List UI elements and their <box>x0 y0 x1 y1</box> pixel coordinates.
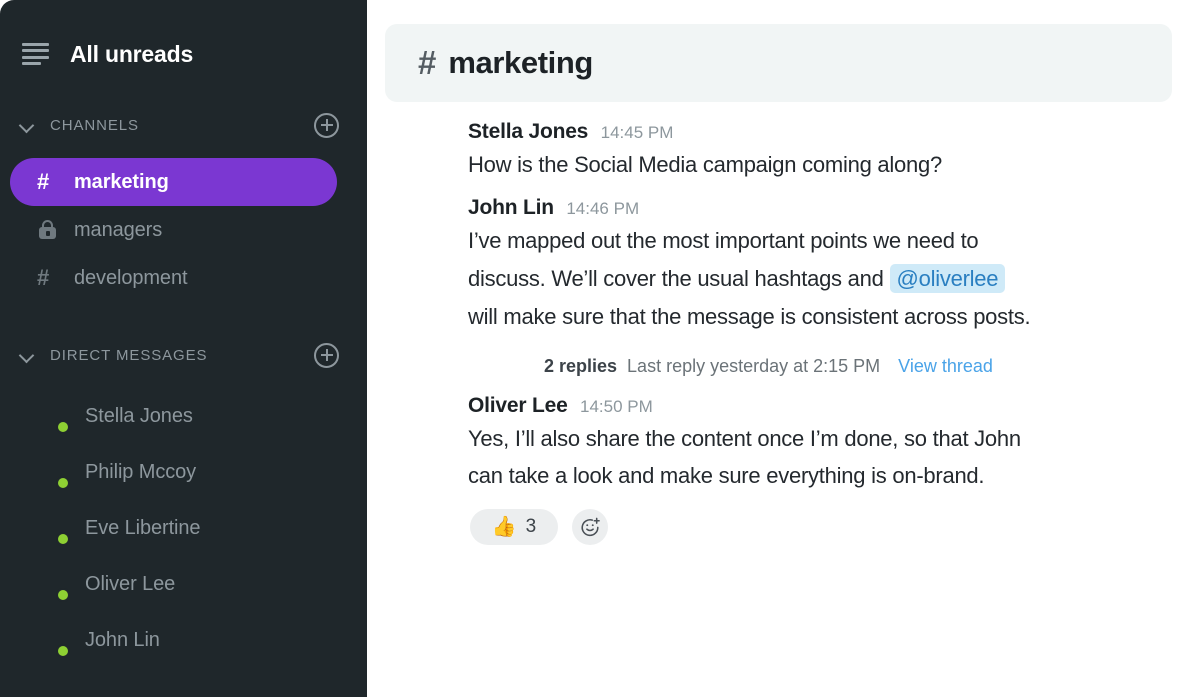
channel-header: # marketing <box>385 24 1172 102</box>
message-item: John Lin 14:46 PM I’ve mapped out the mo… <box>385 194 1200 382</box>
message-text: Yes, I’ll also share the content once I’… <box>468 420 1168 496</box>
dm-section-label: DIRECT MESSAGES <box>50 346 208 364</box>
sidebar-dm-label: Oliver Lee <box>85 572 176 595</box>
avatar <box>496 351 526 382</box>
avatar[interactable] <box>390 124 448 182</box>
channels-section-header[interactable]: CHANNELS <box>0 108 367 142</box>
avatar <box>34 399 70 434</box>
hash-icon: # <box>37 265 50 290</box>
avatar[interactable] <box>390 200 448 258</box>
page-title: marketing <box>448 45 593 80</box>
message-body: John Lin 14:46 PM I’ve mapped out the mo… <box>468 194 1180 382</box>
message-body: Stella Jones 14:45 PM How is the Social … <box>468 118 1180 184</box>
thread-reply-count: 2 replies <box>544 356 618 376</box>
sidebar-header: All unreads <box>0 0 367 108</box>
hamburger-icon[interactable] <box>22 43 49 65</box>
hash-icon: # <box>418 43 437 81</box>
sidebar-dm-label: Stella Jones <box>85 404 193 427</box>
reaction-thumbsup[interactable]: 👍 3 <box>470 509 558 546</box>
channels-section-label: CHANNELS <box>50 116 139 134</box>
avatar <box>34 623 70 658</box>
message-text: I’ve mapped out the most important point… <box>468 222 1168 335</box>
add-dm-button[interactable] <box>314 342 339 368</box>
message-body: Oliver Lee 14:50 PM Yes, I’ll also share… <box>468 392 1180 546</box>
message-item: Stella Jones 14:45 PM How is the Social … <box>385 118 1200 184</box>
sidebar-dm-label: Eve Libertine <box>85 516 201 539</box>
sidebar-dm-eve-libertine[interactable]: Eve Libertine <box>0 500 367 556</box>
app-window: All unreads CHANNELS # marketing manager… <box>0 0 1200 697</box>
status-badge-online <box>56 420 70 434</box>
sidebar-channel-label: managers <box>74 218 163 241</box>
chevron-down-icon[interactable] <box>18 346 36 364</box>
message-timestamp: 14:45 PM <box>600 123 674 142</box>
sidebar-channel-label: marketing <box>74 170 169 193</box>
add-channel-button[interactable] <box>314 112 339 138</box>
avatar <box>34 567 70 602</box>
status-badge-online <box>56 644 70 658</box>
message-text: How is the Social Media campaign coming … <box>468 146 1168 184</box>
sidebar-dm-label: John Lin <box>85 628 160 651</box>
lock-icon <box>37 219 59 241</box>
thread-participant-avatars <box>470 351 526 382</box>
sidebar-channel-label: development <box>74 266 188 289</box>
message-header: Oliver Lee 14:50 PM <box>468 394 1180 417</box>
sidebar-channel-managers[interactable]: managers <box>10 206 337 254</box>
message-item: Oliver Lee 14:50 PM Yes, I’ll also share… <box>385 392 1200 546</box>
message-line: Yes, I’ll also share the content once I’… <box>468 425 1021 451</box>
all-unreads-title[interactable]: All unreads <box>70 41 193 68</box>
message-author[interactable]: Stella Jones <box>468 120 588 143</box>
avatar[interactable] <box>390 398 448 456</box>
message-author[interactable]: John Lin <box>468 196 554 219</box>
message-timestamp: 14:46 PM <box>566 198 640 218</box>
avatar <box>34 511 70 546</box>
sidebar-dm-stella-jones[interactable]: Stella Jones <box>0 388 367 444</box>
hash-icon: # <box>37 169 50 194</box>
sidebar-dm-philip-mccoy[interactable]: Philip Mccoy <box>0 444 367 500</box>
dm-section-header[interactable]: DIRECT MESSAGES <box>0 338 367 372</box>
sidebar: All unreads CHANNELS # marketing manager… <box>0 0 367 697</box>
message-header: John Lin 14:46 PM <box>468 196 1180 219</box>
reaction-count: 3 <box>525 516 537 538</box>
thread-last-reply: Last reply yesterday at 2:15 PM <box>627 356 881 376</box>
message-line: can take a look and make sure everything… <box>468 463 985 489</box>
sidebar-dm-label: Philip Mccoy <box>85 460 197 483</box>
message-header: Stella Jones 14:45 PM <box>468 120 1180 143</box>
status-badge-online <box>56 532 70 546</box>
status-badge-online <box>56 588 70 602</box>
sidebar-channel-development[interactable]: # development <box>10 254 337 302</box>
message-line: discuss. We’ll cover the usual hashtags … <box>468 265 890 291</box>
message-author[interactable]: Oliver Lee <box>468 394 568 417</box>
avatar <box>34 455 70 490</box>
sidebar-channel-marketing[interactable]: # marketing <box>10 158 337 206</box>
message-line: How is the Social Media campaign coming … <box>468 152 942 178</box>
message-line: I’ve mapped out the most important point… <box>468 228 979 254</box>
main-panel: # marketing Stella Jones 14:45 PM How is… <box>367 0 1200 697</box>
chevron-down-icon[interactable] <box>18 116 36 134</box>
message-line: will make sure that the message is consi… <box>468 303 1031 329</box>
mention-oliverlee[interactable]: @oliverlee <box>889 263 1006 293</box>
thread-summary[interactable]: 2 replies Last reply yesterday at 2:15 P… <box>470 351 1180 382</box>
reaction-bar: 👍 3 <box>470 509 1180 546</box>
message-list: Stella Jones 14:45 PM How is the Social … <box>385 102 1200 546</box>
status-badge-online <box>56 476 70 490</box>
view-thread-link[interactable]: View thread <box>898 356 993 377</box>
message-timestamp: 14:50 PM <box>580 396 653 416</box>
add-reaction-icon[interactable] <box>572 509 608 546</box>
sidebar-dm-oliver-lee[interactable]: Oliver Lee <box>0 556 367 612</box>
thumbs-up-icon: 👍 <box>491 516 517 539</box>
sidebar-dm-john-lin[interactable]: John Lin <box>0 612 367 668</box>
